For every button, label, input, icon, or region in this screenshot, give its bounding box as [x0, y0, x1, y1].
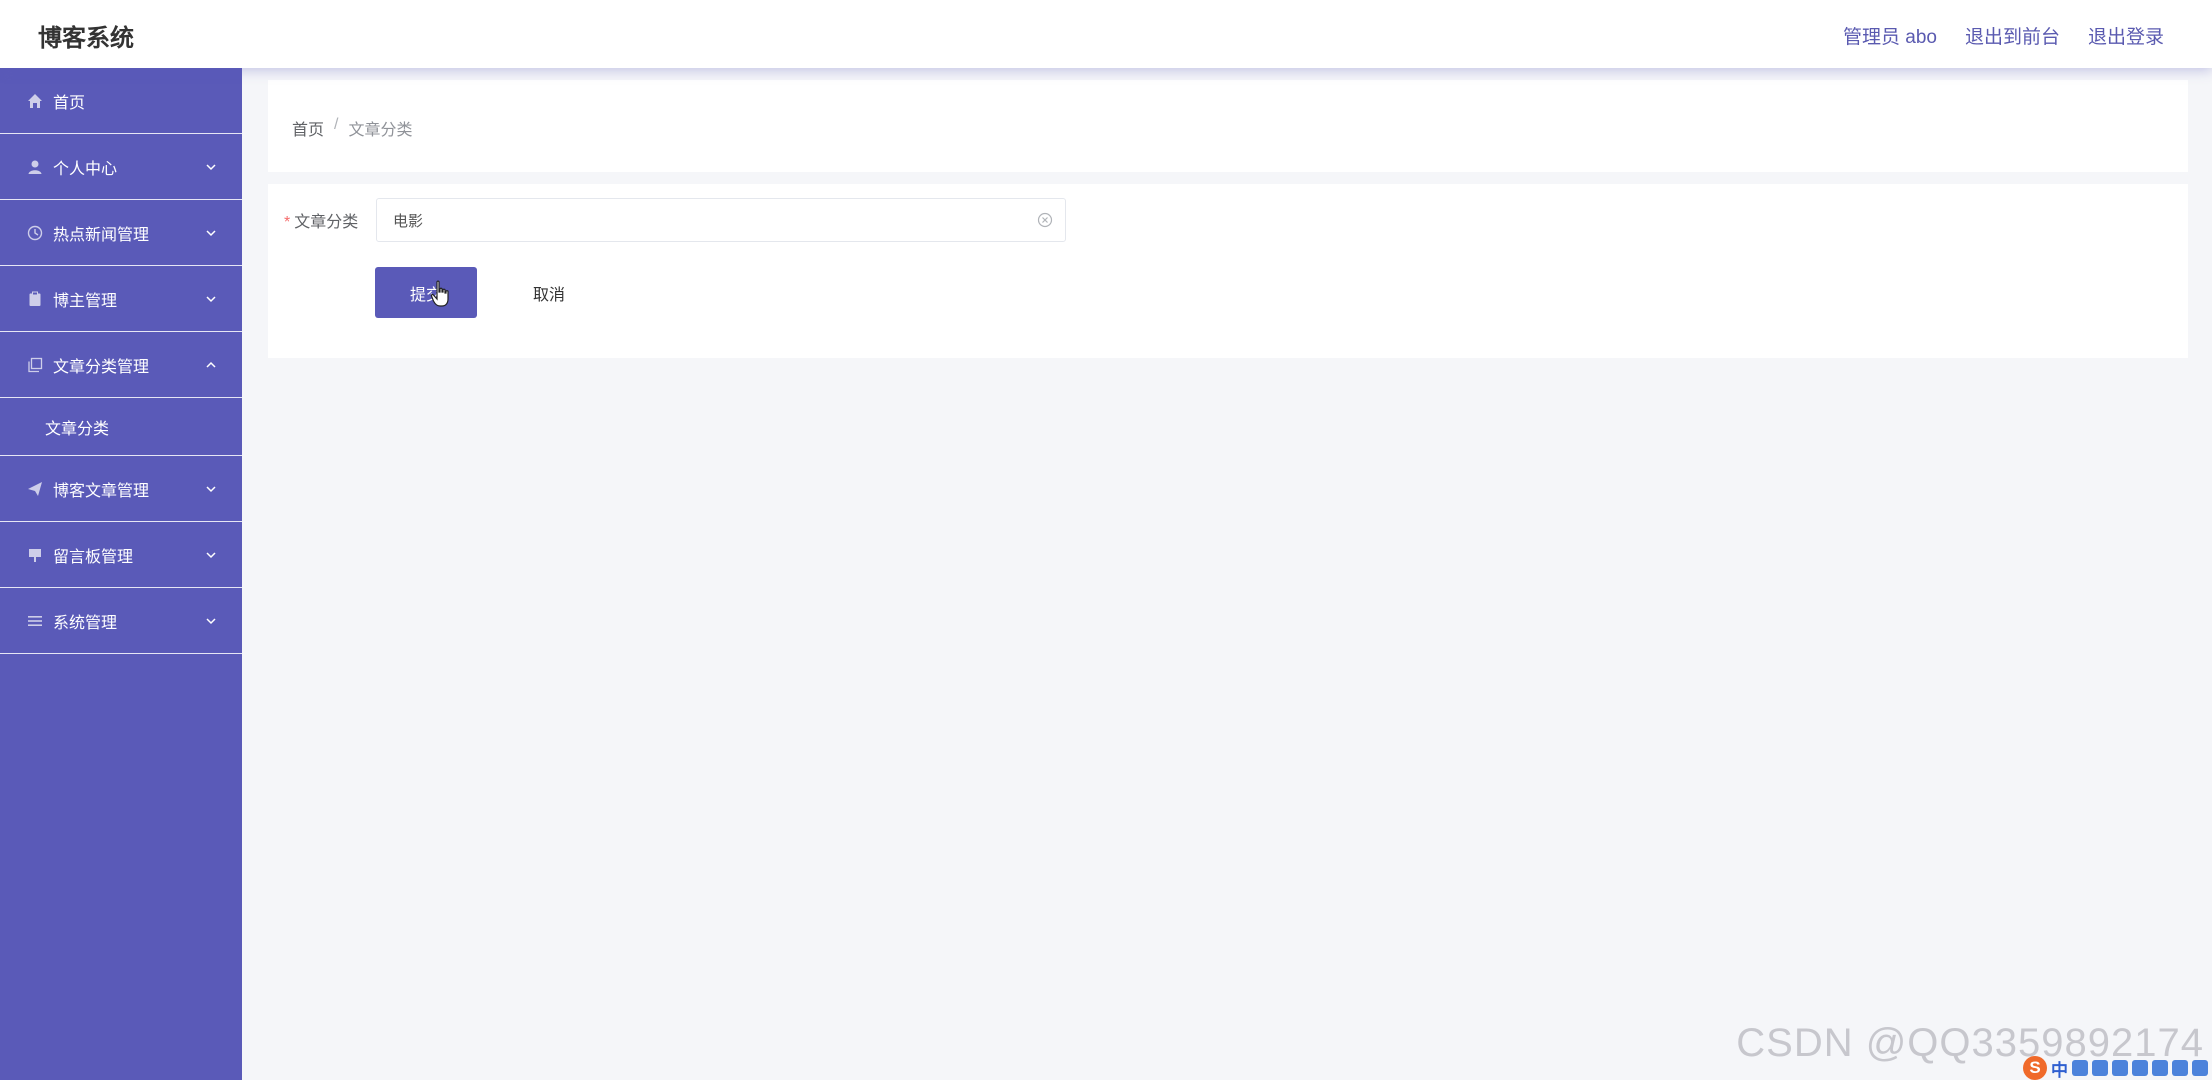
sidebar-item-message-board[interactable]: 留言板管理	[0, 522, 242, 588]
breadcrumb: 首页 / 文章分类	[292, 116, 412, 140]
sidebar-item-system[interactable]: 系统管理	[0, 588, 242, 654]
category-input[interactable]	[377, 199, 1017, 241]
sidebar-item-label: 热点新闻管理	[53, 226, 150, 244]
app-title: 博客系统	[38, 25, 134, 52]
sidebar-item-label: 博主管理	[53, 292, 118, 310]
sidebar-item-label: 系统管理	[53, 614, 118, 632]
admin-user-label[interactable]: 管理员 abo	[1843, 22, 1937, 49]
sidebar-item-label: 博客文章管理	[53, 482, 150, 500]
logout-link[interactable]: 退出登录	[2088, 22, 2164, 49]
cancel-button[interactable]: 取消	[498, 267, 600, 318]
sidebar-subitem-article-category[interactable]: 文章分类	[0, 398, 242, 456]
sidebar-item-article-category-mgmt[interactable]: 文章分类管理	[0, 332, 242, 398]
sidebar-item-home[interactable]: 首页	[0, 68, 242, 134]
sidebar-item-blog-articles[interactable]: 博客文章管理	[0, 456, 242, 522]
chevron-down-icon	[206, 617, 216, 624]
home-icon	[26, 92, 44, 110]
toolbox-icon[interactable]	[2152, 1060, 2168, 1076]
submit-button[interactable]: 提交	[375, 267, 477, 318]
ime-toolbar: S 中	[2019, 1056, 2212, 1080]
send-icon	[26, 480, 44, 498]
sogou-logo-icon[interactable]: S	[2023, 1056, 2047, 1080]
category-input-wrapper	[376, 198, 1066, 242]
clock-icon	[26, 224, 44, 242]
clear-icon[interactable]	[1037, 212, 1053, 228]
clipboard-icon	[26, 290, 44, 308]
chevron-up-icon	[206, 361, 216, 368]
sidebar-item-personal-center[interactable]: 个人中心	[0, 134, 242, 200]
ime-language[interactable]: 中	[2051, 1056, 2068, 1080]
chevron-down-icon	[206, 485, 216, 492]
chevron-down-icon	[206, 295, 216, 302]
user-icon	[26, 158, 44, 176]
breadcrumb-current: 文章分类	[348, 122, 413, 139]
chevron-down-icon	[206, 551, 216, 558]
punctuation-icon[interactable]	[2072, 1060, 2088, 1076]
back-to-front-link[interactable]: 退出到前台	[1965, 22, 2060, 49]
sidebar-subitem-label: 文章分类	[45, 420, 110, 438]
sidebar-item-label: 文章分类管理	[53, 358, 150, 376]
category-field-label-text: 文章分类	[294, 214, 359, 231]
emoji-icon[interactable]	[2092, 1060, 2108, 1076]
sidebar-item-hot-news[interactable]: 热点新闻管理	[0, 200, 242, 266]
copy-icon	[26, 356, 44, 374]
sidebar-item-label: 个人中心	[53, 160, 118, 178]
breadcrumb-separator: /	[334, 116, 339, 133]
category-form: *文章分类 提交 取消	[268, 184, 2188, 358]
chevron-down-icon	[206, 163, 216, 170]
category-field-label: * 文章分类	[284, 208, 358, 232]
menu-list-icon	[26, 612, 44, 630]
board-icon	[26, 546, 44, 564]
top-header: 博客系统 管理员 abo 退出到前台 退出登录	[0, 0, 2212, 68]
header-links: 管理员 abo 退出到前台 退出登录	[1843, 22, 2164, 49]
grid-icon[interactable]	[2192, 1060, 2208, 1076]
breadcrumb-home[interactable]: 首页	[292, 116, 324, 140]
skin-icon[interactable]	[2172, 1060, 2188, 1076]
microphone-icon[interactable]	[2112, 1060, 2128, 1076]
sidebar-item-label: 留言板管理	[53, 548, 134, 566]
sidebar-item-blogger[interactable]: 博主管理	[0, 266, 242, 332]
chevron-down-icon	[206, 229, 216, 236]
keyboard-icon[interactable]	[2132, 1060, 2148, 1076]
breadcrumb-card: 首页 / 文章分类	[268, 80, 2188, 172]
sidebar: 首页 个人中心 热点新闻管理 博主管理 文章分类管理 文章分类 博客文章管理 留…	[0, 68, 242, 1080]
required-mark: *	[284, 214, 291, 231]
sidebar-item-label: 首页	[53, 94, 86, 112]
